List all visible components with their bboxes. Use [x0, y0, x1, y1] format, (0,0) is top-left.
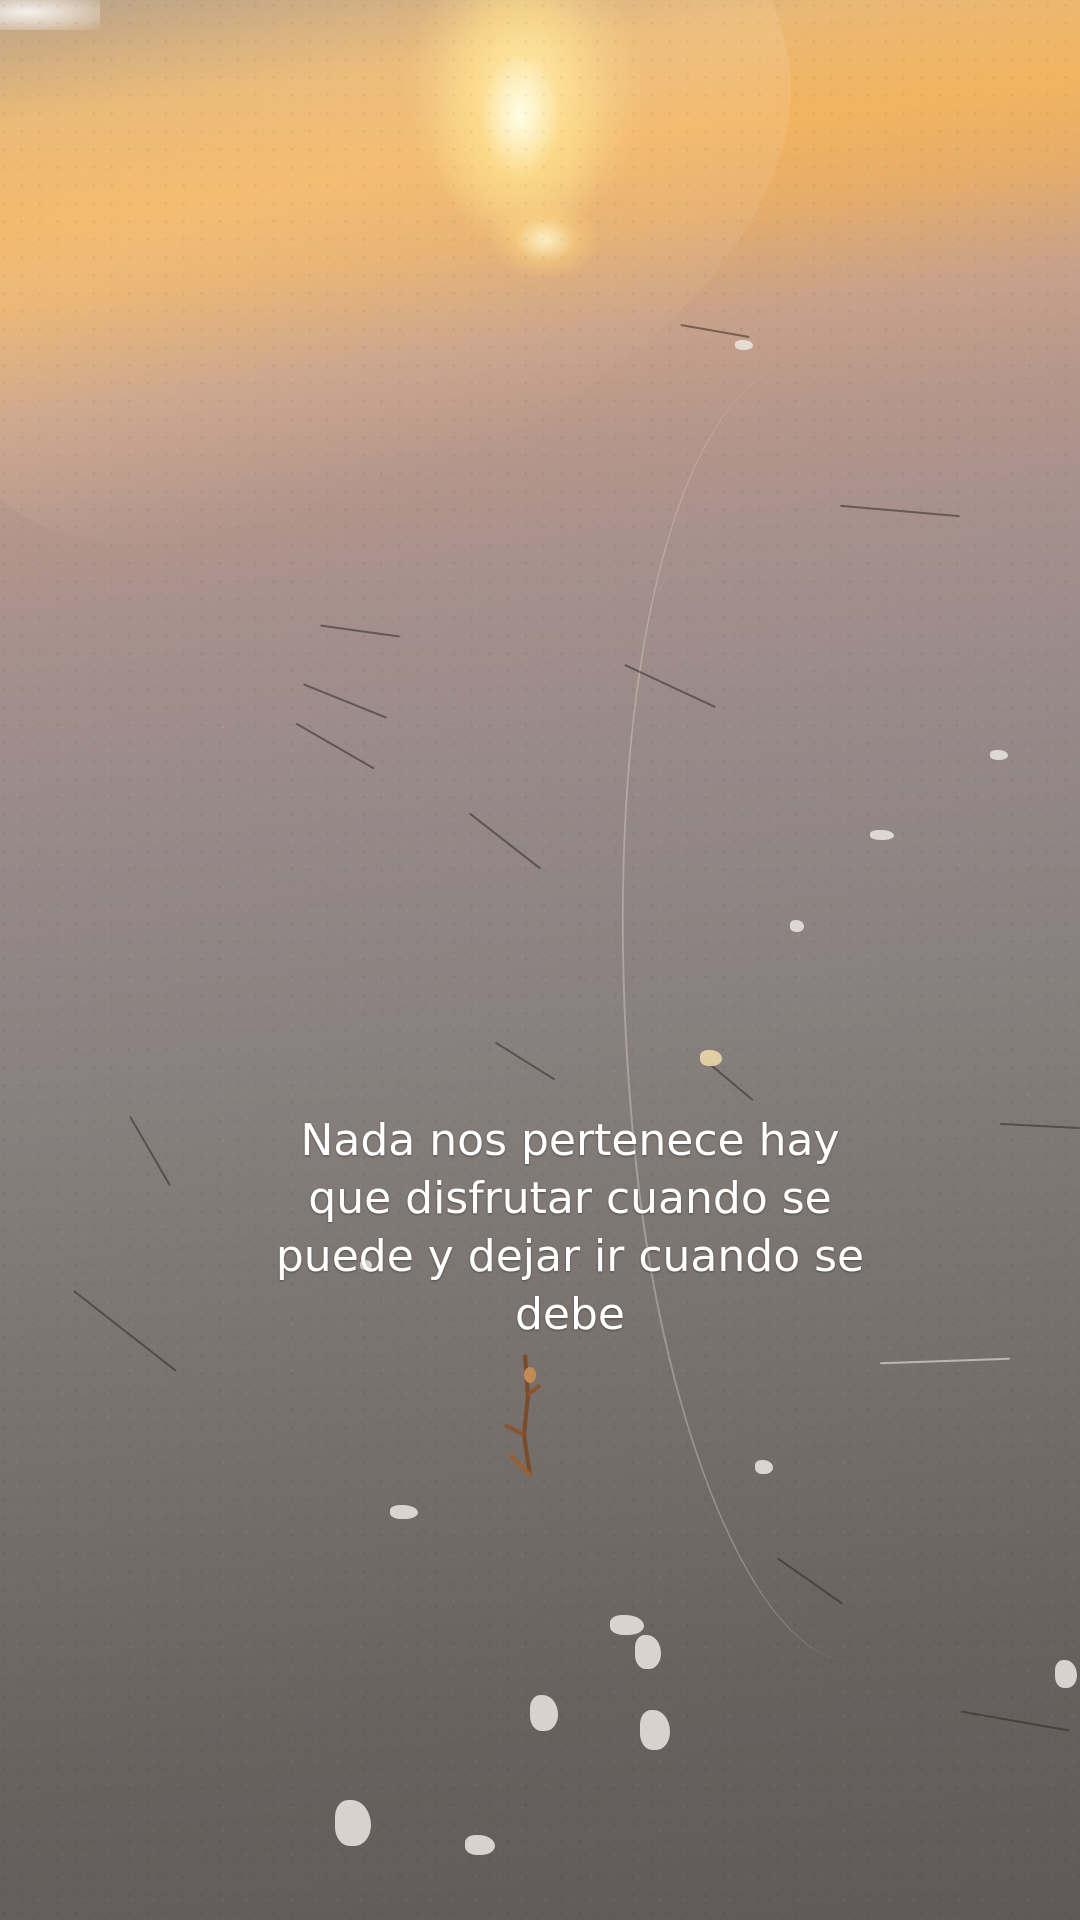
- caption-line-2: que disfrutar cuando se: [308, 1173, 832, 1224]
- shell: [990, 750, 1008, 760]
- shell: [755, 1460, 773, 1474]
- shell: [465, 1835, 495, 1855]
- caption-line-4: debe: [515, 1289, 625, 1340]
- shell: [635, 1635, 661, 1669]
- shell: [335, 1800, 371, 1846]
- shell: [640, 1710, 670, 1750]
- shell: [390, 1505, 418, 1519]
- caption-text: Nada nos pertenece hay que disfrutar cua…: [270, 1112, 870, 1344]
- caption-line-1: Nada nos pertenece hay: [300, 1115, 840, 1166]
- sand-texture: [0, 0, 1080, 1920]
- kelp-stalk: [504, 1355, 542, 1477]
- caption-line-3: puede y dejar ir cuando se: [275, 1231, 865, 1282]
- shell: [735, 340, 753, 350]
- shell: [530, 1695, 558, 1731]
- shell: [610, 1615, 644, 1635]
- shell: [1055, 1660, 1077, 1688]
- shell: [700, 1050, 722, 1066]
- shell: [870, 830, 894, 840]
- shell: [790, 920, 804, 932]
- background-photo: Nada nos pertenece hay que disfrutar cua…: [0, 0, 1080, 1920]
